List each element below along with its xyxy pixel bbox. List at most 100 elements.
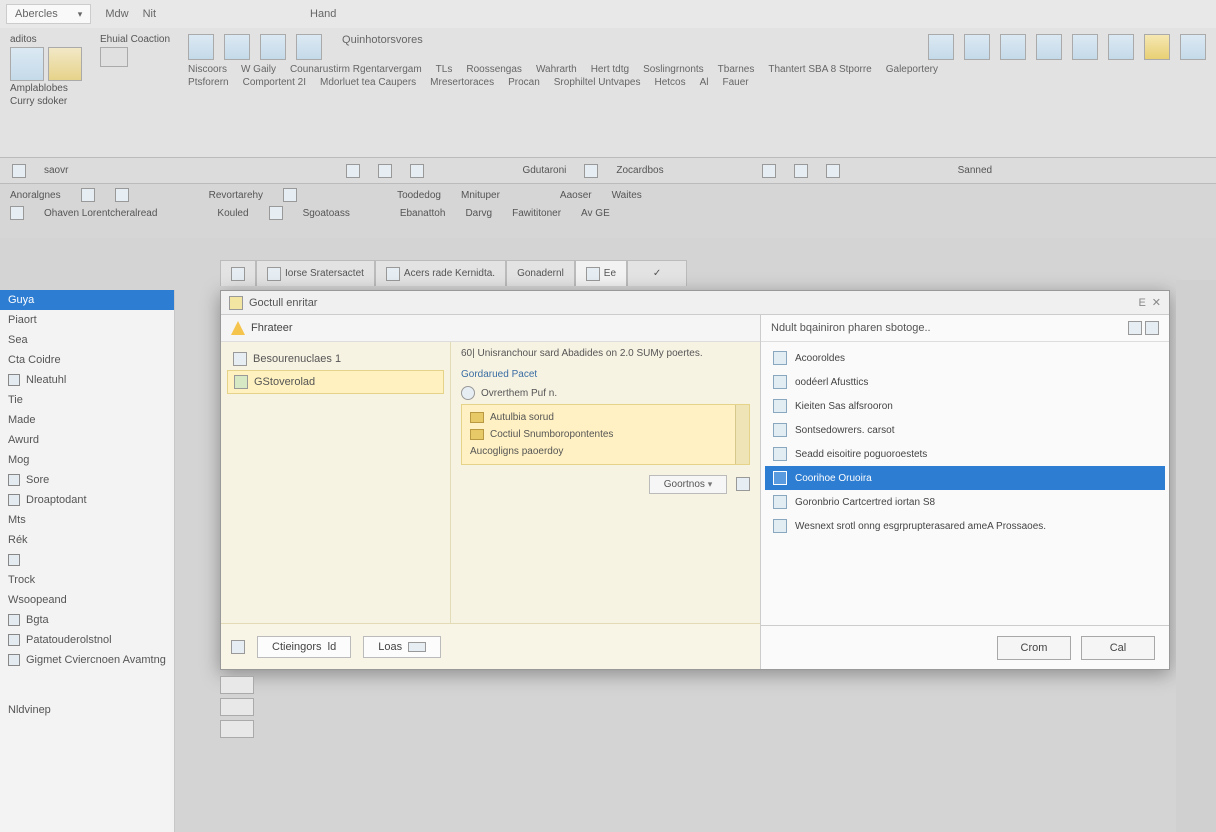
- tool-icon[interactable]: [1128, 321, 1142, 335]
- star-icon[interactable]: [1144, 34, 1170, 60]
- menu-item[interactable]: Hand: [310, 8, 336, 20]
- ribbon-label[interactable]: Al: [700, 77, 709, 88]
- sidebar-item[interactable]: Wsoopeand: [0, 590, 174, 610]
- tool-label[interactable]: Toodedog: [397, 190, 441, 201]
- layers-icon[interactable]: [1108, 34, 1134, 60]
- tool-icon[interactable]: [12, 164, 26, 178]
- sidebar-item[interactable]: Cta Coidre: [0, 350, 174, 370]
- ribbon-label[interactable]: Thantert SBA 8 Stporre: [768, 64, 871, 75]
- tool-label[interactable]: saovr: [44, 165, 68, 176]
- tab[interactable]: Ee: [575, 260, 627, 286]
- edit-icon[interactable]: [736, 477, 750, 491]
- ribbon-label[interactable]: Counarustirm Rgentarvergam: [290, 64, 422, 75]
- ribbon-label[interactable]: Hert tdtg: [591, 64, 629, 75]
- menu-item[interactable]: Nit: [143, 8, 156, 20]
- sidebar-item[interactable]: Droaptodant: [0, 490, 174, 510]
- tool-icon[interactable]: [10, 206, 24, 220]
- ribbon-label[interactable]: Hetcos: [654, 77, 685, 88]
- option-row[interactable]: Acooroldes: [765, 346, 1165, 370]
- sidebar-item[interactable]: Patatouderolstnol: [0, 630, 174, 650]
- menu-item[interactable]: Mdw: [105, 8, 128, 20]
- dialog-titlebar[interactable]: Goctull enritar E ✕: [221, 291, 1169, 315]
- tool-label[interactable]: Ohaven Lorentcheralread: [44, 208, 157, 219]
- tool-label[interactable]: Revortarehy: [209, 190, 263, 201]
- tool-label[interactable]: Gdutaroni: [522, 165, 566, 176]
- close-icon[interactable]: ✕: [1152, 296, 1161, 309]
- ribbon-label[interactable]: Wahrarth: [536, 64, 577, 75]
- footer-button[interactable]: Loas: [363, 636, 441, 658]
- tool-icon[interactable]: [269, 206, 283, 220]
- option-row[interactable]: Goronbrio Cartcertred iortan S8: [765, 490, 1165, 514]
- footer-button[interactable]: Ctieingors ld: [257, 636, 351, 658]
- folder-icon[interactable]: [10, 47, 44, 81]
- sidebar-item[interactable]: Rék: [0, 530, 174, 550]
- tool-label[interactable]: Av GE: [581, 208, 610, 219]
- sidebar-item[interactable]: Piaort: [0, 310, 174, 330]
- report-icon[interactable]: [964, 34, 990, 60]
- ribbon-label[interactable]: Galeportery: [886, 64, 938, 75]
- sidebar-item[interactable]: Mts: [0, 510, 174, 530]
- option-row[interactable]: Wesnext srotl onng esgrprupterasared ame…: [765, 514, 1165, 538]
- sidebar-item[interactable]: Nleatuhl: [0, 370, 174, 390]
- tree-item[interactable]: GStoverolad: [227, 370, 444, 394]
- sidebar-item[interactable]: Sea: [0, 330, 174, 350]
- tool-icon[interactable]: [826, 164, 840, 178]
- tool-label[interactable]: Anoralgnes: [10, 190, 61, 201]
- scrollbar[interactable]: [735, 405, 749, 464]
- tool-icon[interactable]: [762, 164, 776, 178]
- option-row[interactable]: Kieiten Sas alfsrooron: [765, 394, 1165, 418]
- sidebar-item[interactable]: Made: [0, 410, 174, 430]
- doc-icon[interactable]: [100, 47, 128, 67]
- sidebar-item[interactable]: Sore: [0, 470, 174, 490]
- tab[interactable]: Iorse Sratersactet: [256, 260, 375, 286]
- tool-icon[interactable]: [410, 164, 424, 178]
- menubar-dropdown[interactable]: Abercles ▾: [6, 4, 91, 24]
- tool-label[interactable]: Fawititoner: [512, 208, 561, 219]
- sidebar-item[interactable]: Nldvinep: [0, 700, 174, 720]
- form-icon[interactable]: [260, 34, 286, 60]
- tool-icon[interactable]: [81, 188, 95, 202]
- ribbon-label[interactable]: Roossengas: [466, 64, 522, 75]
- inline-button[interactable]: Goortnos ▾: [649, 475, 727, 494]
- sidebar-item[interactable]: Awurd: [0, 430, 174, 450]
- list-item[interactable]: Autulbia sorud: [466, 409, 745, 426]
- ok-button[interactable]: Crom: [997, 636, 1071, 660]
- ribbon-label[interactable]: Srophiltel Untvapes: [554, 77, 641, 88]
- option-row[interactable]: oodéerl Afusttics: [765, 370, 1165, 394]
- list-item[interactable]: Aucogligns paoerdoy: [466, 443, 745, 460]
- tool-icon[interactable]: [346, 164, 360, 178]
- tool-icon[interactable]: [1145, 321, 1159, 335]
- sidebar-item[interactable]: Trock: [0, 570, 174, 590]
- sidebar-item[interactable]: Tie: [0, 390, 174, 410]
- more-icon[interactable]: [1180, 34, 1206, 60]
- page-icon[interactable]: [296, 34, 322, 60]
- tool-icon[interactable]: [283, 188, 297, 202]
- ribbon-label[interactable]: Procan: [508, 77, 540, 88]
- tool-label[interactable]: Ebanattoh: [400, 208, 446, 219]
- ribbon-label[interactable]: Soslingrnonts: [643, 64, 704, 75]
- tool-icon[interactable]: [115, 188, 129, 202]
- tool-label[interactable]: Waites: [612, 190, 642, 201]
- sidebar-item[interactable]: Gigmet Cviercnoen Avamtng: [0, 650, 174, 670]
- ribbon-label[interactable]: Tbarnes: [718, 64, 755, 75]
- tool-label[interactable]: Sgoatoass: [303, 208, 350, 219]
- tab[interactable]: [220, 260, 256, 286]
- sidebar-header[interactable]: Guya: [0, 290, 174, 310]
- window-icon[interactable]: [1072, 34, 1098, 60]
- ribbon-label[interactable]: Ptsforern: [188, 77, 229, 88]
- tool-icon[interactable]: [378, 164, 392, 178]
- ribbon-label[interactable]: Comportent 2I: [243, 77, 306, 88]
- option-row[interactable]: Sontsedowrers. carsot: [765, 418, 1165, 442]
- panel-icon[interactable]: [1036, 34, 1062, 60]
- tab[interactable]: Gonadernl: [506, 260, 575, 286]
- tool-label[interactable]: Darvg: [465, 208, 492, 219]
- tool-label[interactable]: Aaoser: [560, 190, 592, 201]
- tool-label[interactable]: Mnituper: [461, 190, 500, 201]
- sidebar-item[interactable]: Bgta: [0, 610, 174, 630]
- tab[interactable]: ✓: [627, 260, 687, 286]
- ribbon-label[interactable]: Mresertoraces: [430, 77, 494, 88]
- chart-icon[interactable]: [928, 34, 954, 60]
- option-row[interactable]: Seadd eisoitire poguoroestets: [765, 442, 1165, 466]
- sidebar-item[interactable]: Mog: [0, 450, 174, 470]
- table-icon[interactable]: [224, 34, 250, 60]
